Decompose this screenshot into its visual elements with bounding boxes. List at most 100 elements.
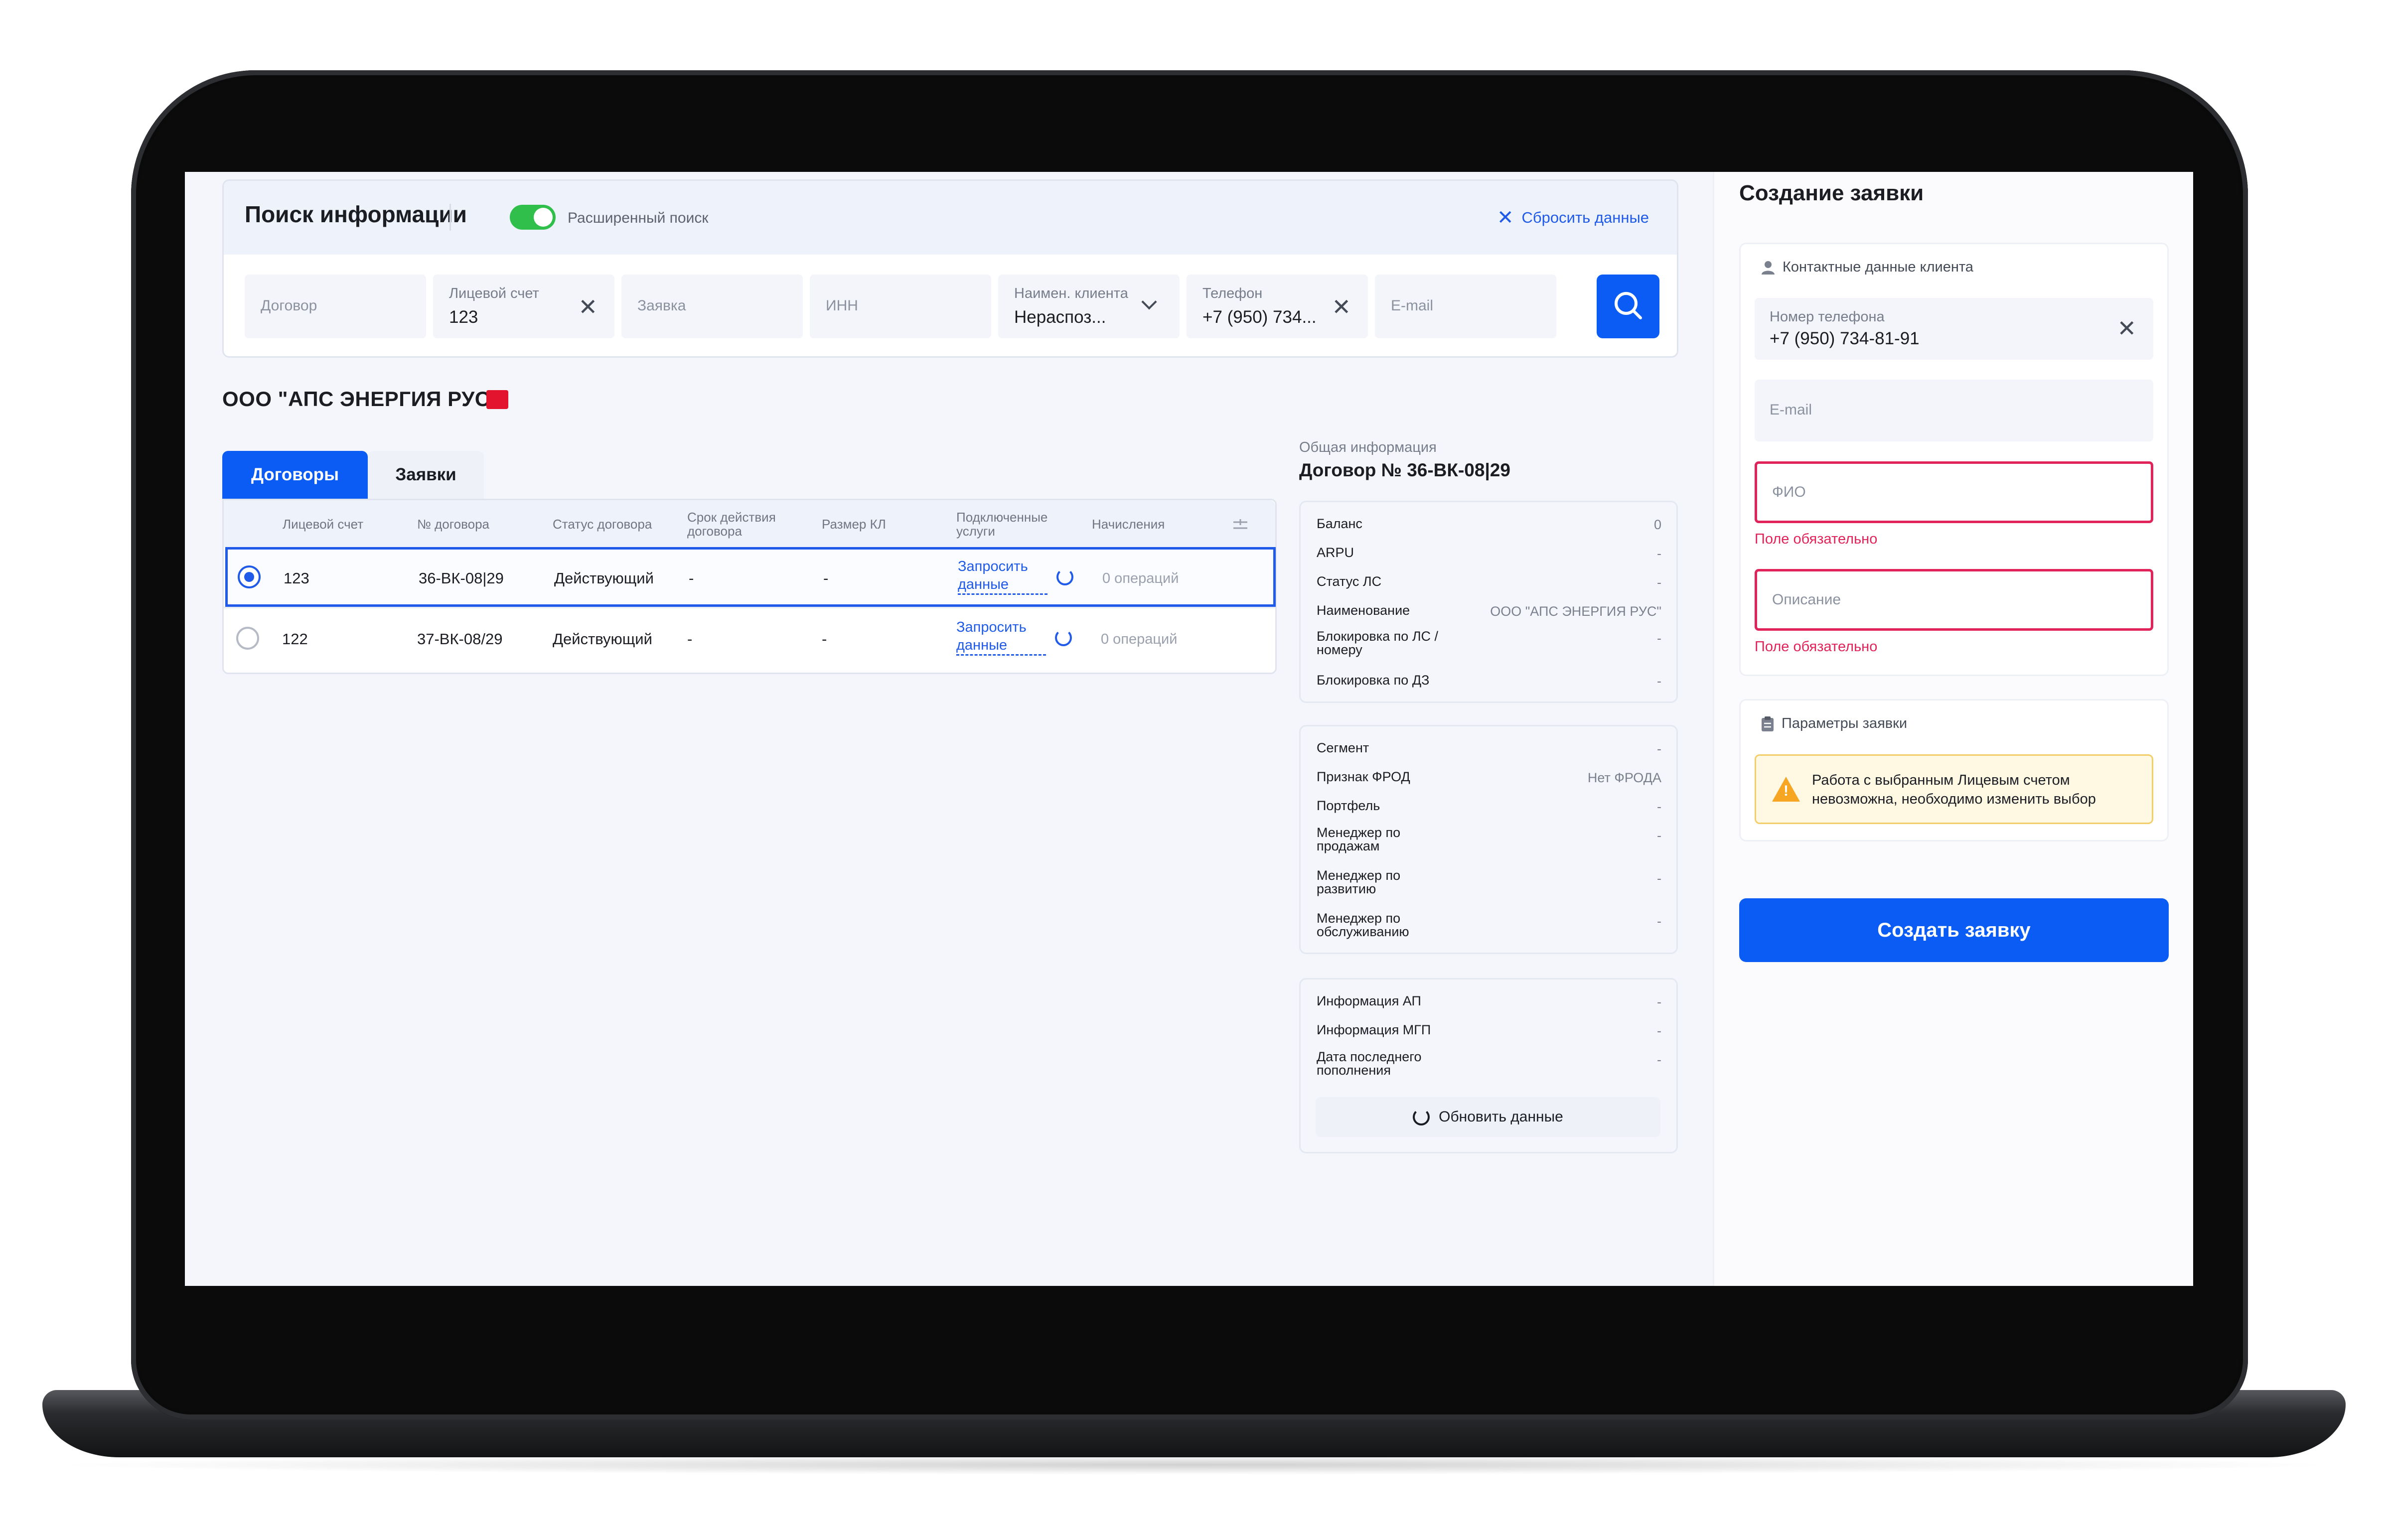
description-placeholder: Описание (1772, 591, 1841, 608)
advanced-search-toggle[interactable] (510, 205, 556, 230)
contract-input[interactable]: Договор (245, 275, 426, 338)
column-header-term: Срок действия договора (687, 510, 776, 539)
cell-account: 123 (284, 569, 309, 587)
phone-label: Телефон (1202, 285, 1263, 301)
search-button[interactable] (1597, 275, 1659, 338)
company-name: ООО "АПС ЭНЕРГИЯ РУС" (222, 387, 500, 411)
info-value: 0 (1653, 517, 1661, 532)
inn-input[interactable]: ИНН (810, 275, 991, 338)
info-key: Статус ЛС (1317, 574, 1382, 589)
search-icon (1615, 292, 1642, 319)
fio-placeholder: ФИО (1772, 484, 1806, 500)
update-data-button[interactable]: Обновить данные (1316, 1097, 1660, 1137)
column-header-contract-no: № договора (417, 517, 490, 532)
cell-kl: - (822, 630, 827, 648)
laptop-shadow (42, 1455, 2346, 1475)
params-heading: Параметры заявки (1761, 715, 1907, 732)
client-name-select[interactable]: Наимен. клиента Нераспоз... (998, 275, 1180, 338)
info-title: Договор № 36-ВК-08|29 (1299, 460, 1510, 480)
clear-phone-icon[interactable]: ✕ (1332, 293, 1351, 320)
phone-input[interactable]: Телефон +7 (950) 734... ✕ (1187, 275, 1368, 338)
info-value: - (1657, 914, 1661, 929)
warning-icon (1772, 777, 1800, 802)
search-panel: Поиск информации Расширенный поиск ✕ Сбр… (222, 179, 1678, 358)
info-key: Блокировка по ЛС / номеру (1317, 629, 1439, 657)
sidebar-title: Создание заявки (1739, 181, 1924, 205)
column-header-account: Лицевой счет (283, 517, 364, 532)
client-email-placeholder: E-mail (1770, 402, 1812, 418)
clear-account-icon[interactable]: ✕ (578, 293, 597, 320)
chevron-down-icon (1141, 294, 1157, 310)
info-value: - (1657, 799, 1661, 814)
info-key: Баланс (1317, 516, 1362, 531)
info-key: Менеджер по развитию (1317, 868, 1401, 896)
column-header-status: Статус договора (553, 517, 652, 532)
filter-settings-icon[interactable] (1230, 515, 1250, 535)
tab-requests[interactable]: Заявки (368, 451, 484, 499)
info-value: - (1657, 871, 1661, 886)
description-error: Поле обязательно (1755, 639, 1878, 655)
create-request-sidebar: Создание заявки Контактные данные клиент… (1713, 172, 2193, 1286)
client-name-value: Нераспоз... (1014, 307, 1106, 327)
table-row[interactable]: 123 36-ВК-08|29 Действующий - - Запросит… (225, 547, 1276, 607)
main-area: Поиск информации Расширенный поиск ✕ Сбр… (185, 172, 1713, 1286)
request-data-link[interactable]: Запросить данные (958, 558, 1047, 595)
contact-heading-label: Контактные данные клиента (1783, 259, 1973, 275)
info-value: - (1657, 674, 1661, 689)
cell-contract-no: 36-ВК-08|29 (419, 569, 504, 587)
info-key: Портфель (1317, 798, 1380, 813)
params-heading-label: Параметры заявки (1782, 715, 1908, 731)
client-phone-label: Номер телефона (1770, 309, 1885, 325)
tab-contracts[interactable]: Договоры (222, 451, 368, 499)
account-input[interactable]: Лицевой счет 123 ✕ (433, 275, 614, 338)
info-key: Наименование (1317, 603, 1410, 618)
reset-data-button[interactable]: ✕ Сбросить данные (1497, 207, 1649, 229)
description-input[interactable]: Описание (1755, 569, 2153, 631)
cell-status: Действующий (554, 569, 654, 587)
fio-input[interactable]: ФИО (1755, 461, 2153, 523)
fio-error: Поле обязательно (1755, 531, 1878, 547)
info-card-payments: Информация АП - Информация МГП - Дата по… (1299, 978, 1678, 1153)
contact-heading: Контактные данные клиента (1761, 259, 1973, 276)
client-phone-input[interactable]: Номер телефона +7 (950) 734-81-91 ✕ (1755, 298, 2153, 360)
refresh-icon[interactable] (1055, 629, 1072, 646)
info-value: - (1657, 546, 1661, 561)
app-screen: Поиск информации Расширенный поиск ✕ Сбр… (185, 172, 2193, 1286)
user-icon (1762, 261, 1775, 275)
info-value: - (1657, 1023, 1661, 1038)
request-params-card: Параметры заявки Работа с выбранным Лице… (1739, 699, 2169, 841)
info-value: - (1657, 1052, 1661, 1067)
row-radio[interactable] (238, 565, 261, 588)
info-key: Информация МГП (1317, 1022, 1431, 1037)
request-input[interactable]: Заявка (621, 275, 803, 338)
row-radio[interactable] (236, 627, 259, 650)
reset-data-label: Сбросить данные (1521, 209, 1649, 226)
cell-term: - (689, 569, 694, 587)
search-header: Поиск информации Расширенный поиск ✕ Сбр… (224, 181, 1677, 255)
info-card-general: Баланс 0 ARPU - Статус ЛС - Наименование… (1299, 501, 1678, 703)
info-value: Нет ФРОДА (1587, 770, 1661, 785)
info-key: Информация АП (1317, 993, 1421, 1008)
create-request-button[interactable]: Создать заявку (1739, 898, 2169, 962)
warning-alert: Работа с выбранным Лицевым счетом невозм… (1755, 754, 2153, 824)
info-caption: Общая информация (1299, 439, 1437, 455)
cell-kl: - (823, 569, 829, 587)
client-email-input[interactable]: E-mail (1755, 380, 2153, 441)
account-label: Лицевой счет (449, 285, 539, 301)
info-card-segment: Сегмент - Признак ФРОД Нет ФРОДА Портфел… (1299, 725, 1678, 954)
email-placeholder: E-mail (1391, 297, 1434, 314)
contracts-table: Лицевой счет № договора Статус договора … (222, 499, 1277, 674)
flag-icon (486, 390, 508, 409)
table-row[interactable]: 122 37-ВК-08/29 Действующий - - Запросит… (224, 607, 1275, 667)
info-value: - (1657, 994, 1661, 1009)
info-key: Менеджер по обслуживанию (1317, 911, 1409, 939)
refresh-icon[interactable] (1056, 568, 1073, 585)
info-key: Сегмент (1317, 740, 1369, 755)
request-data-link[interactable]: Запросить данные (956, 618, 1046, 656)
email-input[interactable]: E-mail (1375, 275, 1556, 338)
info-value: - (1657, 575, 1661, 590)
table-header: Лицевой счет № договора Статус договора … (224, 500, 1275, 547)
phone-value: +7 (950) 734... (1202, 307, 1317, 327)
cell-account: 122 (282, 630, 308, 648)
clear-phone-icon[interactable]: ✕ (2117, 315, 2136, 342)
